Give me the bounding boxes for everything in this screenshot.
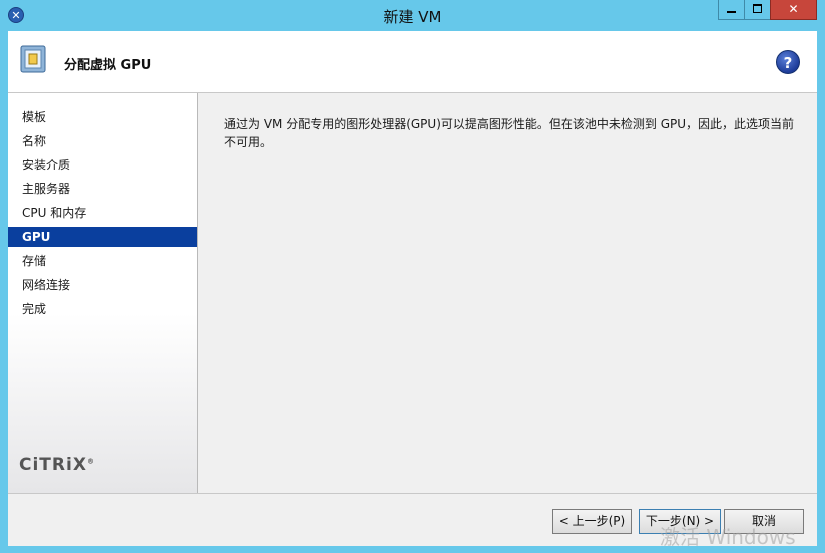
citrix-logo-mark: ® [86, 457, 95, 466]
window-title: 新建 VM [383, 8, 442, 26]
title-bar: ✕ 新建 VM ✕ [0, 0, 825, 31]
sidebar-item-gpu[interactable]: GPU [8, 227, 197, 247]
sidebar-item-name[interactable]: 名称 [8, 131, 197, 151]
sidebar-item-home-server[interactable]: 主服务器 [8, 179, 197, 199]
help-icon[interactable]: ? [776, 50, 800, 74]
wizard-steps-sidebar: 模板 名称 安装介质 主服务器 CPU 和内存 GPU 存储 网络连接 完成 C… [8, 93, 198, 493]
minimize-icon [727, 11, 736, 13]
gpu-unavailable-message: 通过为 VM 分配专用的图形处理器(GPU)可以提高图形性能。但在该池中未检测到… [224, 117, 795, 149]
maximize-button[interactable] [744, 0, 771, 20]
close-icon: ✕ [788, 2, 799, 16]
wizard-footer: < 上一步(P) 下一步(N) > 取消 [8, 493, 817, 546]
minimize-button[interactable] [718, 0, 745, 20]
citrix-logo-text: CiTRiX [19, 455, 87, 475]
page-title: 分配虚拟 GPU [64, 58, 152, 73]
sidebar-item-finish[interactable]: 完成 [8, 299, 197, 319]
close-button[interactable]: ✕ [770, 0, 817, 20]
next-button[interactable]: 下一步(N) > [639, 509, 721, 534]
sidebar-item-install-media[interactable]: 安装介质 [8, 155, 197, 175]
cancel-button[interactable]: 取消 [724, 509, 804, 534]
wizard-client-area: 分配虚拟 GPU ? 模板 名称 安装介质 主服务器 CPU 和内存 GPU 存… [8, 31, 817, 546]
wizard-content: 通过为 VM 分配专用的图形处理器(GPU)可以提高图形性能。但在该池中未检测到… [198, 93, 817, 493]
sidebar-item-networking[interactable]: 网络连接 [8, 275, 197, 295]
sidebar-item-template[interactable]: 模板 [8, 107, 197, 127]
sidebar-item-storage[interactable]: 存储 [8, 251, 197, 271]
back-button[interactable]: < 上一步(P) [552, 509, 632, 534]
sidebar-item-cpu-memory[interactable]: CPU 和内存 [8, 203, 197, 223]
citrix-logo: CiTRiX® [19, 455, 95, 475]
wizard-header: 分配虚拟 GPU ? [8, 31, 817, 93]
maximize-icon [753, 4, 762, 13]
vm-gpu-icon [20, 45, 46, 73]
